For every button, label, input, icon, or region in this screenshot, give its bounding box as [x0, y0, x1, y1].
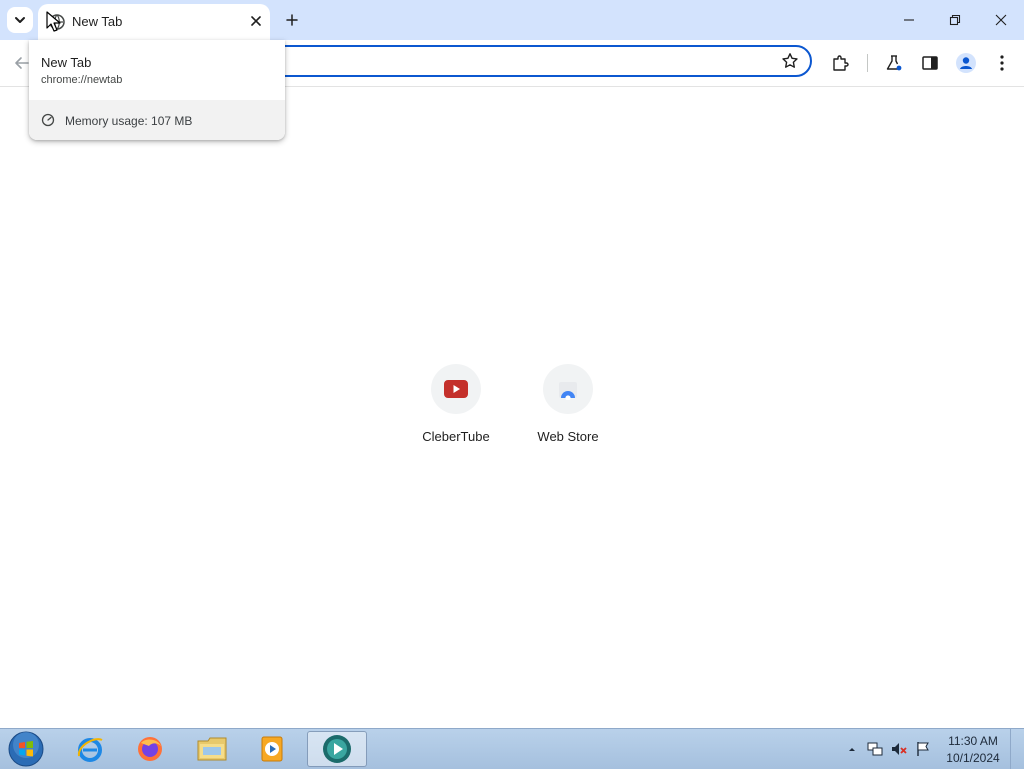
taskbar-file-explorer[interactable] [184, 731, 240, 767]
close-icon [251, 16, 261, 26]
profile-button[interactable] [952, 49, 980, 77]
taskbar-browser-active[interactable] [307, 731, 367, 767]
taskbar-media-player[interactable] [244, 731, 300, 767]
restore-button[interactable] [932, 0, 978, 40]
new-tab-button[interactable] [281, 9, 303, 31]
tray-action-center[interactable] [914, 740, 932, 758]
firefox-icon [138, 737, 162, 761]
file-explorer-icon [197, 737, 227, 761]
minimize-button[interactable] [886, 0, 932, 40]
side-panel-button[interactable] [916, 49, 944, 77]
clock-time: 11:30 AM [948, 734, 998, 748]
shortcut-icon-tile [543, 364, 593, 414]
close-icon [995, 14, 1007, 26]
hover-card-title: New Tab [41, 55, 92, 70]
tab-close-button[interactable] [247, 12, 265, 30]
internet-explorer-icon [77, 738, 103, 762]
menu-button[interactable] [988, 49, 1016, 77]
tray-volume[interactable] [890, 740, 908, 758]
clock-date: 10/1/2024 [946, 751, 1000, 765]
chevron-up-icon [849, 748, 855, 751]
tab-strip: New Tab [0, 0, 1024, 40]
tab-title: New Tab [72, 14, 123, 29]
shortcut-web-store[interactable]: Web Store [512, 364, 624, 454]
taskbar: 11:30 AM 10/1/2024 [0, 728, 1024, 769]
taskbar-internet-explorer[interactable] [62, 731, 118, 767]
taskbar-firefox[interactable] [122, 731, 178, 767]
mouse-cursor-icon [46, 11, 61, 32]
show-desktop-button[interactable] [1010, 729, 1024, 769]
memory-usage-label: Memory usage: 107 MB [65, 114, 193, 128]
shortcut-label: Web Store [537, 429, 599, 444]
tab-new-tab[interactable]: New Tab [38, 4, 270, 40]
media-player-icon [261, 736, 283, 762]
profile-icon [956, 53, 976, 73]
bookmark-button[interactable] [776, 47, 804, 75]
shortcut-icon-tile [431, 364, 481, 414]
hover-card-url: chrome://newtab [41, 74, 123, 86]
chrome-app-icon [323, 735, 351, 763]
back-icon [15, 57, 29, 69]
menu-icon [1000, 55, 1004, 71]
restore-icon [949, 14, 961, 26]
flag-icon [917, 742, 929, 756]
start-button[interactable] [6, 730, 46, 768]
chevron-down-icon [15, 17, 25, 23]
extensions-icon [833, 55, 849, 71]
hover-card-footer: Memory usage: 107 MB [29, 100, 285, 140]
memory-gauge-icon [41, 113, 55, 127]
web-store-icon [559, 382, 577, 400]
network-icon [867, 742, 883, 756]
tray-network[interactable] [866, 740, 884, 758]
youtube-icon [444, 380, 468, 398]
labs-button[interactable] [880, 49, 908, 77]
tray-show-hidden-button[interactable] [843, 740, 861, 758]
volume-muted-icon [892, 743, 907, 755]
tab-search-button[interactable] [7, 7, 33, 33]
side-panel-icon [922, 56, 938, 70]
plus-icon [286, 14, 298, 26]
tab-hover-card: New Tab chrome://newtab Memory usage: 10… [29, 40, 285, 140]
minimize-icon [904, 19, 914, 21]
close-window-button[interactable] [978, 0, 1024, 40]
toolbar-separator [867, 54, 868, 72]
labs-flask-icon [886, 55, 902, 71]
shortcut-label: CleberTube [422, 429, 490, 444]
bookmark-star-icon [782, 53, 798, 68]
shortcut-clebertube[interactable]: CleberTube [400, 364, 512, 454]
windows-orb-icon [8, 731, 44, 767]
extensions-button[interactable] [826, 49, 854, 77]
